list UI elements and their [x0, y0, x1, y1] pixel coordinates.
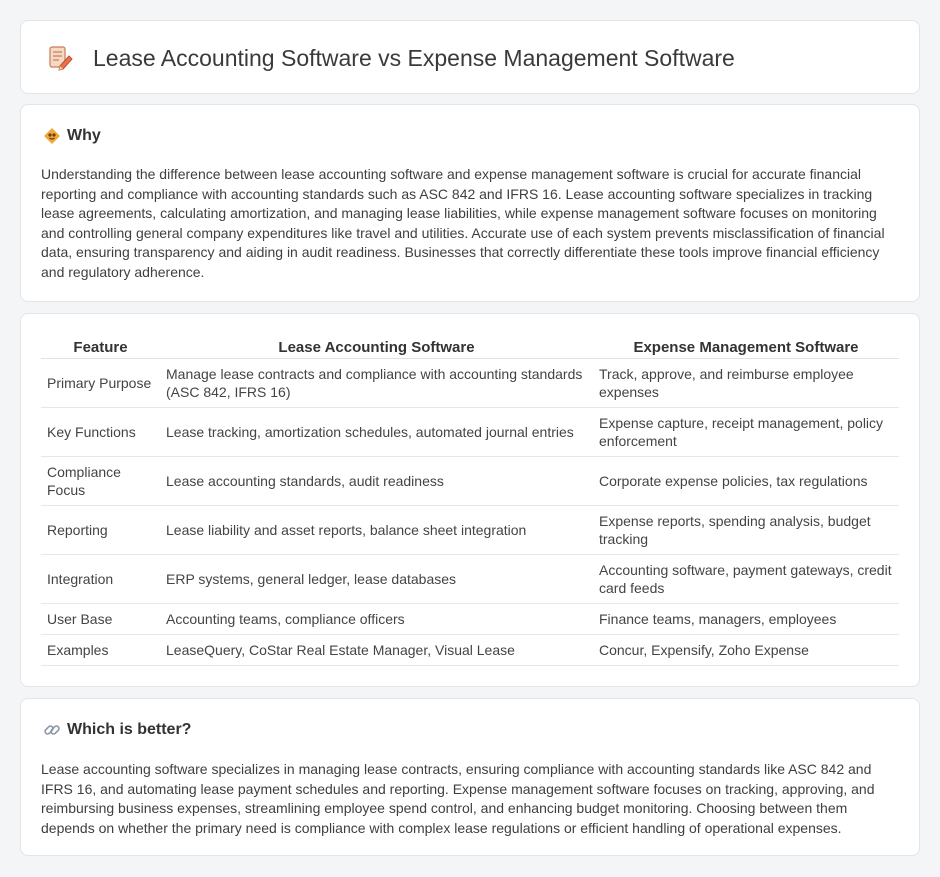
better-text: Lease accounting software specializes in… — [41, 761, 875, 836]
cell-expense: Expense capture, receipt management, pol… — [593, 407, 899, 457]
header-feature: Feature — [41, 334, 160, 359]
cell-expense: Concur, Expensify, Zoho Expense — [593, 634, 899, 666]
cell-expense: Expense reports, spending analysis, budg… — [593, 505, 899, 555]
better-header: Which is better? — [43, 721, 191, 739]
cell-expense: Track, approve, and reimburse employee e… — [593, 358, 899, 408]
title-row: Lease Accounting Software vs Expense Man… — [47, 44, 735, 72]
why-text: Understanding the difference between lea… — [41, 166, 885, 280]
table-row: Compliance Focus Lease accounting standa… — [41, 456, 899, 506]
cell-lease: Lease accounting standards, audit readin… — [160, 456, 593, 506]
cell-expense: Finance teams, managers, employees — [593, 603, 899, 635]
better-card: Which is better? Lease accounting softwa… — [20, 698, 920, 856]
cell-feature: Key Functions — [41, 407, 160, 457]
cell-lease: LeaseQuery, CoStar Real Estate Manager, … — [160, 634, 593, 666]
cell-expense: Accounting software, payment gateways, c… — [593, 554, 899, 604]
cell-feature: Examples — [41, 634, 160, 666]
link-icon — [43, 721, 61, 739]
document-pencil-icon — [47, 44, 73, 72]
table-header-row: Feature Lease Accounting Software Expens… — [41, 334, 899, 359]
cell-lease: Accounting teams, compliance officers — [160, 603, 593, 635]
table-row: Key Functions Lease tracking, amortizati… — [41, 407, 899, 457]
comparison-card: Feature Lease Accounting Software Expens… — [20, 313, 920, 687]
cell-feature: Integration — [41, 554, 160, 604]
better-title: Which is better? — [67, 721, 192, 738]
bulb-icon — [43, 127, 61, 145]
table-row: Examples LeaseQuery, CoStar Real Estate … — [41, 634, 899, 666]
title-card: Lease Accounting Software vs Expense Man… — [20, 20, 920, 94]
why-title: Why — [67, 127, 101, 144]
table-row: Integration ERP systems, general ledger,… — [41, 554, 899, 604]
header-lease: Lease Accounting Software — [160, 334, 593, 359]
page-title: Lease Accounting Software vs Expense Man… — [93, 44, 735, 71]
cell-lease: ERP systems, general ledger, lease datab… — [160, 554, 593, 604]
header-expense: Expense Management Software — [593, 334, 899, 359]
cell-feature: Primary Purpose — [41, 358, 160, 408]
table-row: Primary Purpose Manage lease contracts a… — [41, 358, 899, 408]
cell-expense: Corporate expense policies, tax regulati… — [593, 456, 899, 506]
cell-lease: Lease tracking, amortization schedules, … — [160, 407, 593, 457]
table-row: User Base Accounting teams, compliance o… — [41, 603, 899, 635]
table-row: Reporting Lease liability and asset repo… — [41, 505, 899, 555]
cell-lease: Lease liability and asset reports, balan… — [160, 505, 593, 555]
cell-feature: Reporting — [41, 505, 160, 555]
comparison-table: Feature Lease Accounting Software Expens… — [41, 334, 899, 666]
why-card: Why Understanding the difference between… — [20, 104, 920, 302]
cell-feature: User Base — [41, 603, 160, 635]
cell-feature: Compliance Focus — [41, 456, 160, 506]
cell-lease: Manage lease contracts and compliance wi… — [160, 358, 593, 408]
why-header: Why — [43, 127, 101, 145]
